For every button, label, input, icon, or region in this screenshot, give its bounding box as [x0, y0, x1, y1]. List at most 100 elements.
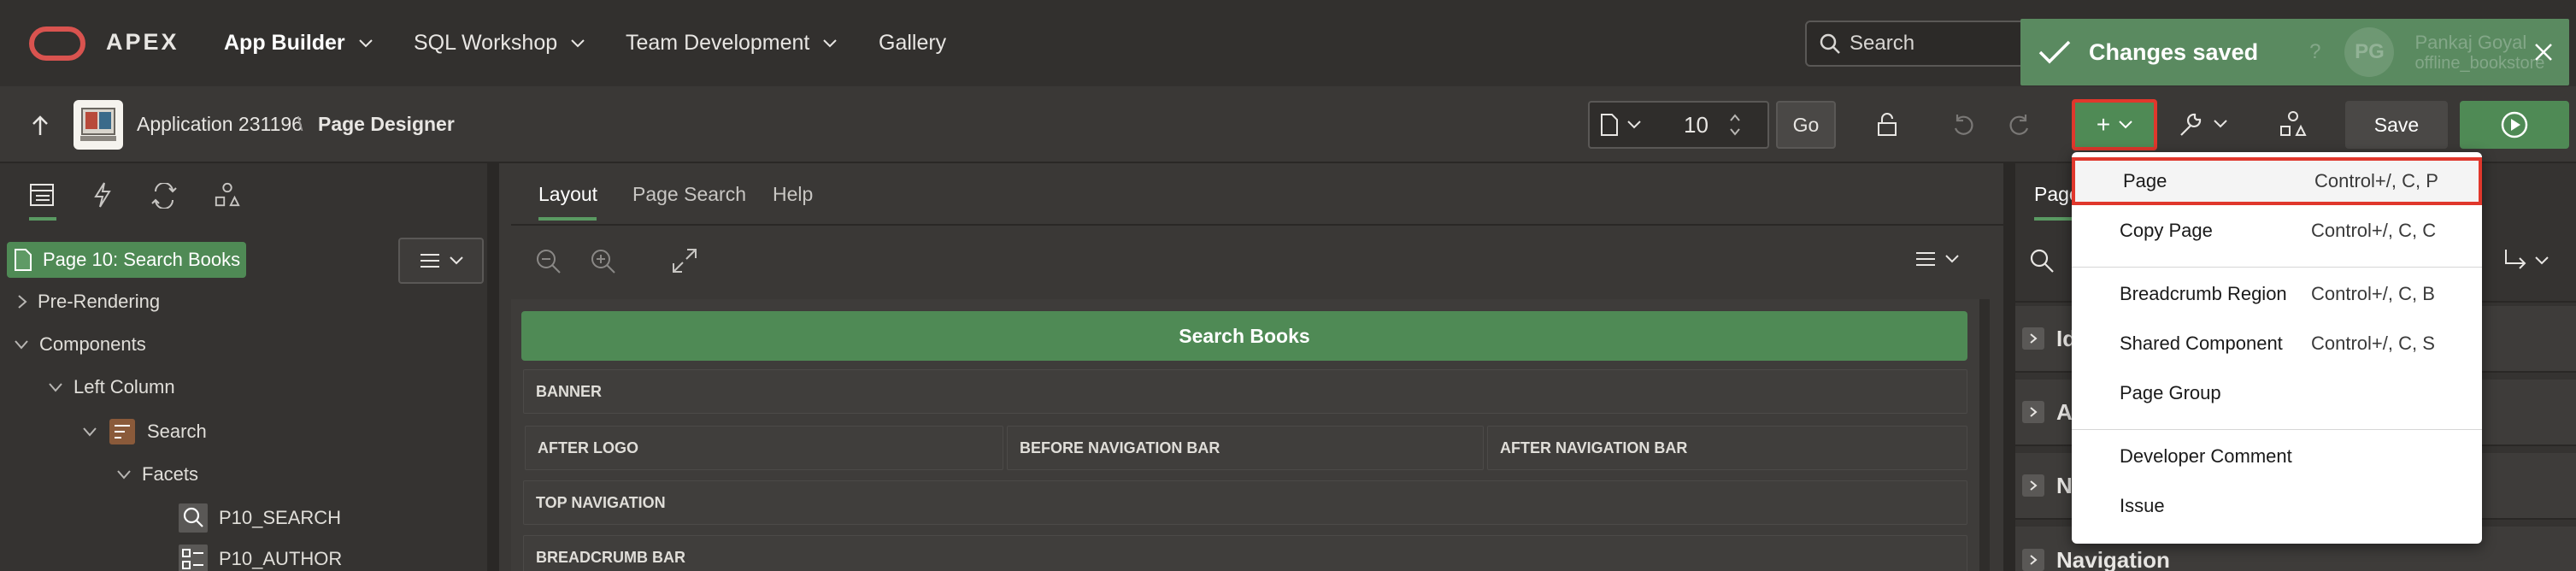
nav-gallery-label: Gallery	[879, 31, 947, 55]
apex-brand[interactable]: APEX	[106, 29, 179, 56]
breadcrumb-separator: \	[297, 113, 303, 135]
tree-item-left-column[interactable]: Left Column	[48, 376, 175, 398]
user-info: Pankaj Goyal offline_bookstore	[2414, 32, 2544, 74]
page-chip-label: Page 10: Search Books	[43, 249, 241, 270]
tree-menu-button[interactable]	[398, 238, 484, 284]
breadcrumb-current: Page Designer	[318, 113, 455, 135]
region-after-nav[interactable]: AFTER NAVIGATION BAR	[1487, 426, 1967, 470]
page-icon	[15, 249, 32, 271]
chevron-down-icon	[1627, 121, 1641, 129]
undo-icon[interactable]	[1950, 111, 1978, 138]
tree-item-search-region[interactable]: Search	[82, 417, 207, 446]
tree-item-label: Components	[39, 333, 146, 355]
save-button[interactable]: Save	[2345, 101, 2448, 149]
chevron-down-icon	[1945, 255, 1959, 263]
nav-gallery[interactable]: Gallery	[879, 31, 946, 56]
go-button[interactable]: Go	[1776, 101, 1836, 149]
tree-item-p10-author[interactable]: P10_AUTHOR	[178, 544, 342, 571]
active-tab-indicator	[538, 217, 597, 221]
expand-icon[interactable]	[672, 248, 697, 274]
toast-message: Changes saved	[2089, 38, 2259, 65]
tree-item-facets[interactable]: Facets	[116, 463, 198, 486]
page-number-selector[interactable]: 10	[1588, 101, 1769, 149]
region-before-nav[interactable]: BEFORE NAVIGATION BAR	[1007, 426, 1484, 470]
close-icon[interactable]	[2533, 42, 2554, 62]
check-icon	[2038, 40, 2071, 64]
chevron-right-icon	[2022, 474, 2044, 497]
menu-item-label: Breadcrumb Region	[2120, 283, 2287, 304]
region-breadcrumb[interactable]: BREADCRUMB BAR	[523, 535, 1967, 571]
chevron-right-icon	[2022, 327, 2044, 350]
nav-app-builder[interactable]: App Builder	[224, 31, 373, 56]
tree-page-node[interactable]: Page 10: Search Books	[7, 242, 246, 278]
region-top-nav[interactable]: TOP NAVIGATION	[523, 480, 1967, 525]
zoom-in-icon[interactable]	[590, 248, 617, 275]
divider	[511, 224, 2003, 226]
menu-item-shared-component[interactable]: Shared Component Control+/, C, S	[2072, 320, 2482, 368]
go-to-group-button[interactable]	[2502, 248, 2549, 274]
lock-page-icon[interactable]	[1873, 111, 1901, 138]
create-menu-button[interactable]: +	[2072, 99, 2157, 150]
region-after-logo[interactable]: AFTER LOGO	[525, 426, 1003, 470]
menu-item-copy-page[interactable]: Copy Page Control+/, C, C	[2072, 207, 2482, 255]
play-icon	[2501, 111, 2528, 138]
nav-sql-workshop[interactable]: SQL Workshop	[414, 31, 585, 56]
chevron-right-icon	[2022, 401, 2044, 423]
shared-components-icon[interactable]	[2279, 109, 2308, 138]
menu-item-label: Issue	[2120, 495, 2165, 516]
tree-item-label: P10_AUTHOR	[219, 548, 343, 569]
chevron-down-icon	[49, 383, 62, 392]
menu-item-shortcut: Control+/, C, S	[2311, 333, 2435, 354]
arrow-turn-icon	[2505, 250, 2526, 269]
region-banner[interactable]: BANNER	[523, 369, 1967, 414]
dynamic-actions-tab-icon[interactable]	[92, 181, 113, 209]
menu-item-page[interactable]: Page Control+/, C, P	[2072, 157, 2482, 205]
application-icon[interactable]	[74, 100, 123, 150]
nav-team-development[interactable]: Team Development	[626, 31, 838, 56]
tree-item-pre-rendering[interactable]: Pre-Rendering	[17, 291, 160, 313]
menu-item-breadcrumb-region[interactable]: Breadcrumb Region Control+/, C, B	[2072, 270, 2482, 318]
oracle-logo-icon[interactable]	[29, 26, 85, 61]
chevron-down-icon	[2214, 120, 2227, 128]
tab-help[interactable]: Help	[773, 183, 813, 206]
tree-item-p10-search[interactable]: P10_SEARCH	[178, 503, 341, 533]
page-title-region[interactable]: Search Books	[521, 311, 1967, 361]
menu-item-label: Developer Comment	[2120, 445, 2292, 467]
chevron-right-icon	[18, 295, 27, 309]
menu-item-label: Page	[2123, 170, 2167, 191]
zoom-out-icon[interactable]	[535, 248, 562, 275]
breadcrumb-app[interactable]: Application 231196	[137, 113, 303, 136]
section-label: Navigation	[2056, 546, 2170, 571]
page-icon	[1601, 114, 1618, 136]
shared-components-tab-icon[interactable]	[214, 181, 241, 209]
menu-item-shortcut: Control+/, C, C	[2311, 220, 2437, 241]
tree-item-components[interactable]: Components	[14, 333, 146, 356]
menu-item-issue[interactable]: Issue	[2072, 482, 2482, 530]
run-button[interactable]	[2460, 101, 2569, 149]
tree-item-label: Facets	[142, 463, 199, 485]
canvas-scrollbar[interactable]	[1979, 299, 1990, 571]
search-placeholder: Search	[1850, 32, 1915, 55]
menu-item-page-group[interactable]: Page Group	[2072, 369, 2482, 417]
arrow-up-icon[interactable]	[31, 115, 50, 137]
tree-item-label: Left Column	[74, 376, 175, 397]
tab-layout[interactable]: Layout	[538, 183, 597, 206]
page-number-input[interactable]: 10	[1684, 112, 1709, 138]
search-icon[interactable]	[2029, 248, 2055, 274]
menu-icon	[421, 254, 439, 268]
plus-icon: +	[2096, 111, 2111, 138]
chevron-down-icon	[571, 38, 585, 47]
tree-item-label: Pre-Rendering	[38, 291, 161, 312]
layout-menu-button[interactable]	[1914, 250, 1959, 268]
menu-item-shortcut: Control+/, C, P	[2314, 170, 2438, 191]
processing-tab-icon[interactable]	[150, 183, 178, 209]
utilities-menu-button[interactable]	[2176, 109, 2227, 138]
rendering-tab-icon[interactable]	[29, 183, 55, 207]
global-search-input[interactable]: Search	[1805, 21, 2027, 67]
menu-item-label: Shared Component	[2120, 333, 2283, 354]
tab-page-search[interactable]: Page Search	[632, 183, 746, 206]
stepper-icon[interactable]	[1729, 112, 1741, 138]
redo-icon[interactable]	[2005, 111, 2032, 138]
menu-icon	[1916, 252, 1935, 266]
menu-item-developer-comment[interactable]: Developer Comment	[2072, 433, 2482, 480]
